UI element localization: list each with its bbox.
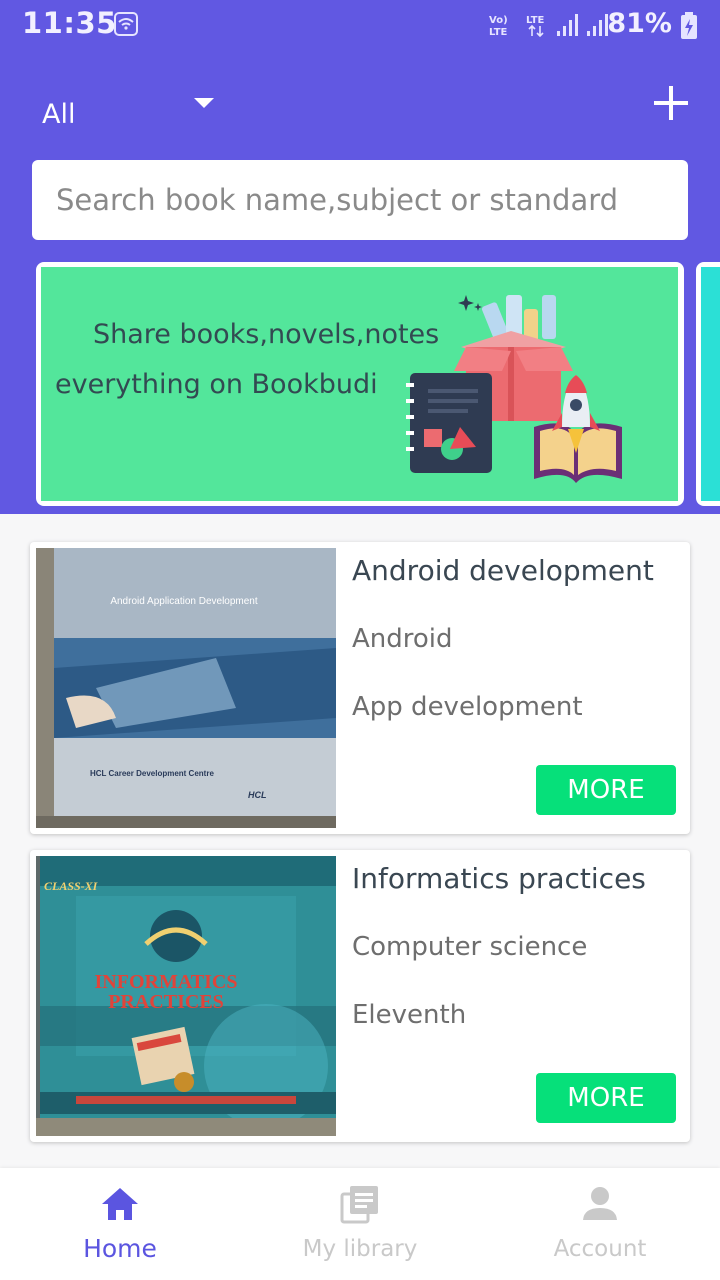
svg-text:Vo): Vo) bbox=[489, 15, 508, 26]
app-header: 11:35 Vo) LTE LTE 81% All Search book na… bbox=[0, 0, 720, 514]
lte-icon: LTE bbox=[526, 15, 545, 38]
nav-label-account: Account bbox=[553, 1236, 647, 1262]
volte-icon: Vo) LTE bbox=[489, 15, 508, 38]
book-subject: Android bbox=[352, 624, 453, 654]
search-placeholder: Search book name,subject or standard bbox=[56, 183, 619, 217]
cover-title-line1: INFORMATICS bbox=[95, 971, 238, 993]
nav-item-home[interactable]: Home bbox=[0, 1168, 240, 1280]
svg-text:LTE: LTE bbox=[526, 15, 545, 26]
home-icon bbox=[102, 1188, 138, 1220]
battery-charging-icon bbox=[681, 12, 697, 39]
cover-top-text: CLASS-XI bbox=[44, 879, 99, 893]
chevron-down-icon[interactable] bbox=[194, 98, 214, 108]
nav-item-my-library[interactable]: My library bbox=[240, 1168, 480, 1280]
library-icon bbox=[340, 1186, 378, 1224]
account-icon bbox=[583, 1187, 617, 1220]
book-title: Android development bbox=[352, 554, 654, 587]
cover-title-line2: PRACTICES bbox=[108, 991, 224, 1013]
book-card[interactable]: CLASS-XI INFORMATICS PRACTICES Informati… bbox=[30, 850, 690, 1142]
filter-dropdown[interactable]: All bbox=[42, 99, 75, 130]
promo-banner[interactable]: Share books,novels,notes everything on B… bbox=[36, 262, 684, 506]
status-bar: 11:35 Vo) LTE LTE 81% bbox=[0, 0, 720, 50]
next-banner-card bbox=[701, 267, 720, 501]
book-title: Informatics practices bbox=[352, 862, 646, 895]
book-cover-image[interactable]: CLASS-XI INFORMATICS PRACTICES bbox=[36, 856, 336, 1136]
search-input[interactable]: Search book name,subject or standard bbox=[32, 160, 688, 240]
bottom-navigation: Home My library Account bbox=[0, 1168, 720, 1280]
cover-brand-text: HCL bbox=[248, 790, 267, 800]
next-banner-peek[interactable] bbox=[696, 262, 720, 506]
nav-label-home: Home bbox=[83, 1234, 157, 1263]
svg-text:LTE: LTE bbox=[489, 27, 508, 38]
book-card[interactable]: Android Application Development HCL Care… bbox=[30, 542, 690, 834]
books-illustration-icon bbox=[406, 295, 622, 483]
book-cover-image[interactable]: Android Application Development HCL Care… bbox=[36, 548, 336, 828]
book-subject: Computer science bbox=[352, 932, 588, 962]
more-button[interactable]: MORE bbox=[536, 1073, 676, 1123]
banner-text-line2: everything on Bookbudi bbox=[55, 369, 378, 400]
nav-item-account[interactable]: Account bbox=[480, 1168, 720, 1280]
signal-icon bbox=[557, 14, 578, 36]
cover-footer-text: HCL Career Development Centre bbox=[90, 769, 214, 778]
status-time: 11:35 bbox=[22, 6, 117, 40]
book-standard: App development bbox=[352, 692, 583, 722]
cover-title-text: Android Application Development bbox=[110, 596, 258, 607]
nav-label-my-library: My library bbox=[302, 1236, 418, 1262]
battery-percent: 81% bbox=[607, 8, 672, 39]
plus-icon[interactable] bbox=[654, 86, 688, 120]
more-button[interactable]: MORE bbox=[536, 765, 676, 815]
promo-banner-card: Share books,novels,notes everything on B… bbox=[41, 267, 678, 501]
wifi-icon bbox=[114, 12, 138, 36]
book-standard: Eleventh bbox=[352, 1000, 467, 1030]
